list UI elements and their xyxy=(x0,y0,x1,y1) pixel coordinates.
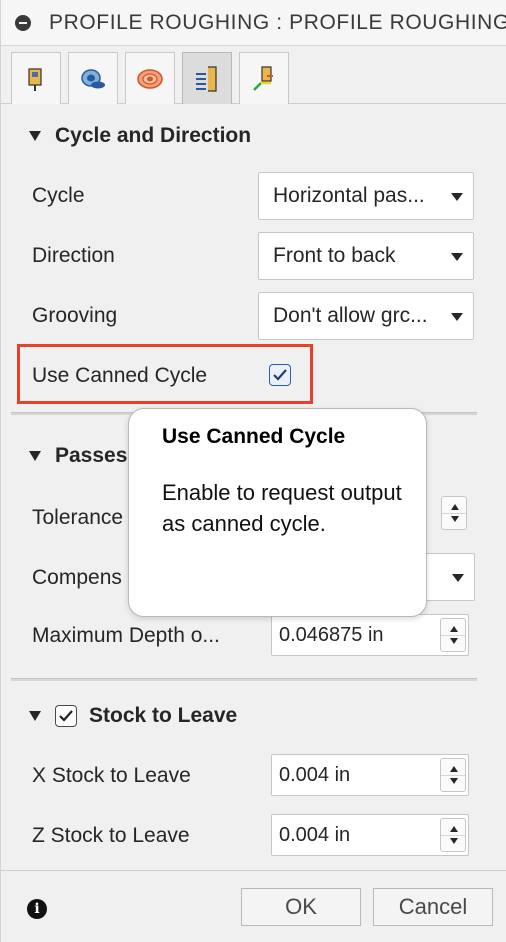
dropdown-arrow-icon xyxy=(451,253,463,261)
collapse-triangle-icon[interactable] xyxy=(29,451,41,461)
tab-tool[interactable] xyxy=(11,52,61,104)
tooltip-title: Use Canned Cycle xyxy=(162,425,346,448)
tolerance-spinner[interactable] xyxy=(441,496,467,530)
use-canned-cycle-label: Use Canned Cycle xyxy=(32,364,208,387)
title-bar[interactable]: PROFILE ROUGHING : PROFILE ROUGHING4 xyxy=(1,0,506,46)
spin-up-icon[interactable] xyxy=(451,504,459,510)
geometry-icon xyxy=(81,68,105,88)
max-depth-value: 0.046875 in xyxy=(279,624,384,646)
spin-up-icon[interactable] xyxy=(450,766,458,772)
section-divider xyxy=(11,678,477,681)
stock-to-leave-checkbox[interactable] xyxy=(55,705,77,727)
tool-icon xyxy=(28,67,42,91)
max-depth-field[interactable]: 0.046875 in xyxy=(271,614,469,656)
tooltip: Use Canned Cycle Enable to request outpu… xyxy=(128,408,427,617)
tab-passes[interactable] xyxy=(182,52,232,104)
spin-down-icon[interactable] xyxy=(450,838,458,844)
compensation-label: Compens xyxy=(32,566,122,589)
z-stock-spinner[interactable] xyxy=(440,818,466,852)
panel-title: PROFILE ROUGHING : PROFILE ROUGHING4 xyxy=(49,10,506,34)
x-stock-field[interactable]: 0.004 in xyxy=(271,754,469,796)
section-cycle-direction[interactable]: Cycle and Direction xyxy=(1,112,506,160)
cycle-select[interactable]: Horizontal pas... xyxy=(258,172,474,220)
spin-down-icon[interactable] xyxy=(450,778,458,784)
section-title: Passes xyxy=(55,444,128,467)
z-stock-value: 0.004 in xyxy=(279,824,351,846)
compensation-select[interactable] xyxy=(421,553,475,601)
x-stock-value: 0.004 in xyxy=(279,764,351,786)
tab-linking[interactable] xyxy=(239,52,289,104)
tolerance-label: Tolerance xyxy=(32,506,124,529)
collapse-triangle-icon[interactable] xyxy=(29,131,41,141)
cycle-value: Horizontal pas... xyxy=(273,184,425,207)
linking-icon xyxy=(253,65,273,91)
z-stock-field[interactable]: 0.004 in xyxy=(271,814,469,856)
grooving-select[interactable]: Don't allow grc... xyxy=(258,292,474,340)
grooving-value: Don't allow grc... xyxy=(273,304,428,327)
tab-geometry[interactable] xyxy=(68,52,118,104)
direction-select[interactable]: Front to back xyxy=(258,232,474,280)
tab-bar xyxy=(1,46,506,104)
x-stock-label: X Stock to Leave xyxy=(32,764,191,787)
dropdown-arrow-icon xyxy=(452,574,464,582)
spin-down-icon[interactable] xyxy=(450,638,458,644)
profile-roughing-panel: PROFILE ROUGHING : PROFILE ROUGHING4 Cyc… xyxy=(0,0,506,942)
section-title: Stock to Leave xyxy=(89,704,238,727)
spin-down-icon[interactable] xyxy=(451,516,459,522)
direction-value: Front to back xyxy=(273,244,396,267)
z-stock-label: Z Stock to Leave xyxy=(32,824,190,847)
dropdown-arrow-icon xyxy=(451,313,463,321)
grooving-label: Grooving xyxy=(32,304,118,327)
collapse-triangle-icon[interactable] xyxy=(29,711,41,721)
ok-button[interactable]: OK xyxy=(241,888,361,926)
section-title: Cycle and Direction xyxy=(55,124,252,147)
checkmark-icon xyxy=(59,710,73,722)
cycle-label: Cycle xyxy=(32,184,85,207)
x-stock-spinner[interactable] xyxy=(440,758,466,792)
heights-icon xyxy=(137,68,163,89)
dropdown-arrow-icon xyxy=(451,193,463,201)
tab-heights[interactable] xyxy=(125,52,175,104)
tooltip-body: Enable to request output as canned cycle… xyxy=(162,480,402,536)
spin-up-icon[interactable] xyxy=(450,826,458,832)
spin-up-icon[interactable] xyxy=(450,626,458,632)
passes-icon xyxy=(196,65,217,92)
direction-label: Direction xyxy=(32,244,115,267)
checkmark-icon xyxy=(273,369,287,381)
max-depth-label: Maximum Depth o... xyxy=(32,624,220,647)
footer: i OK Cancel xyxy=(1,870,506,942)
use-canned-cycle-checkbox[interactable] xyxy=(269,364,291,386)
cancel-button[interactable]: Cancel xyxy=(373,888,493,926)
section-stock-to-leave[interactable]: Stock to Leave xyxy=(1,692,506,740)
max-depth-spinner[interactable] xyxy=(440,618,466,652)
collapse-icon[interactable] xyxy=(15,14,31,31)
info-icon[interactable]: i xyxy=(27,899,47,919)
